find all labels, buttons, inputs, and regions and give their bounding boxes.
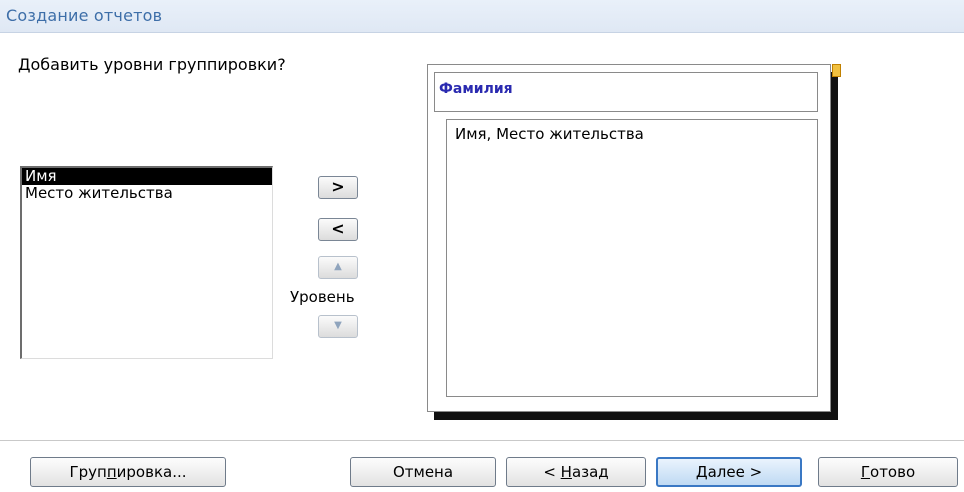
button-label: ировка... [116, 463, 187, 481]
access-key: п [106, 463, 117, 481]
grouping-preview: Фамилия Имя, Место жительства [427, 64, 831, 412]
arrow-up-icon: ▲ [334, 261, 342, 272]
button-label: азад [571, 463, 609, 481]
detail-fields-box: Имя, Место жительства [446, 119, 818, 397]
title-bar: Создание отчетов [0, 0, 964, 33]
window-title: Создание отчетов [6, 6, 163, 25]
priority-up-button[interactable]: ▲ [318, 256, 358, 279]
question-label: Добавить уровни группировки? [18, 55, 286, 74]
detail-fields-label: Имя, Место жительства [455, 125, 644, 143]
group-level-box: Фамилия [434, 72, 818, 112]
remove-level-button[interactable]: < [318, 218, 358, 241]
next-button[interactable]: Далее > [656, 457, 802, 487]
button-label: < [543, 463, 561, 481]
finish-button[interactable]: Готово [818, 457, 958, 487]
cancel-button[interactable]: Отмена [350, 457, 496, 487]
group-level-label: Фамилия [439, 81, 513, 97]
footer-separator [0, 440, 964, 441]
list-item[interactable]: Место жительства [22, 185, 272, 202]
button-label: алее > [707, 463, 763, 481]
access-key: Г [860, 463, 871, 481]
back-button[interactable]: < Назад [506, 457, 646, 487]
available-fields-list[interactable]: Имя Место жительства [20, 166, 273, 359]
button-label: отово [870, 463, 916, 481]
button-label: Груп [69, 463, 107, 481]
arrow-down-icon: ▼ [334, 320, 342, 331]
access-key: Д [695, 463, 708, 481]
add-level-button[interactable]: > [318, 176, 358, 199]
priority-down-button[interactable]: ▼ [318, 315, 358, 338]
grouping-options-button[interactable]: Группировка... [30, 457, 226, 487]
access-key: Н [560, 463, 572, 481]
level-label: Уровень [290, 288, 355, 306]
report-corner-icon [832, 64, 841, 77]
list-item[interactable]: Имя [22, 168, 272, 185]
